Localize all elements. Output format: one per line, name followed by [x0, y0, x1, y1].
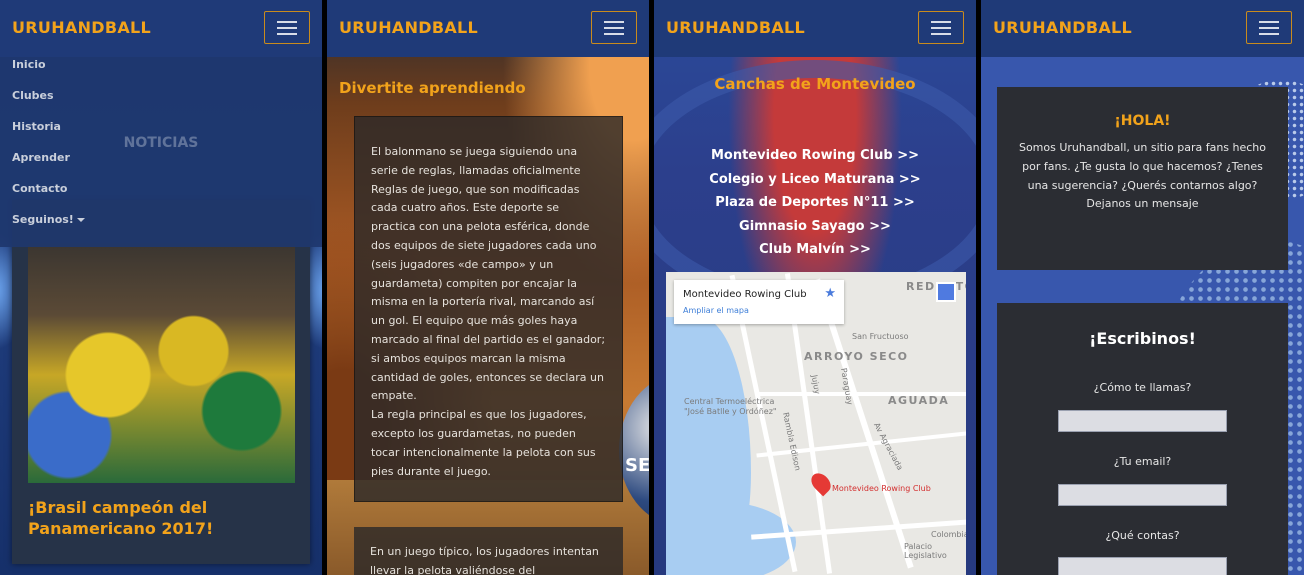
club-link[interactable]: Gimnasio Sayago >> [654, 215, 976, 239]
save-star-icon[interactable]: ★ [824, 286, 836, 301]
menu-toggle-button[interactable] [264, 11, 310, 44]
brand-logo[interactable]: URUHANDBALL [12, 18, 151, 37]
rules-card: El balonmano se juega siguiendo una seri… [354, 116, 623, 502]
news-card[interactable]: ¡Brasil campeón del Panamericano 2017! [12, 200, 310, 564]
map-info-box: Montevideo Rowing Club Ampliar el mapa ★ [674, 280, 844, 324]
navbar: URUHANDBALL [0, 0, 322, 57]
map-label: San Fructuoso [852, 332, 909, 341]
ball-brand-text: SE [625, 455, 649, 476]
map-label: Central Termoeléctrica [684, 397, 775, 406]
enlarge-map-link[interactable]: Ampliar el mapa [683, 306, 749, 315]
rules-paragraph: El balonmano se juega siguiendo una seri… [371, 145, 606, 478]
learn-panel: SE URUHANDBALL Divertite aprendiendo El … [327, 0, 649, 575]
dropdown-label: Seguinos! [12, 213, 74, 226]
nav-item-inicio[interactable]: Inicio [12, 58, 46, 71]
nav-menu: Inicio Clubes Historia Aprender Contacto… [0, 57, 322, 247]
nav-item-historia[interactable]: Historia [12, 120, 61, 133]
rules-card-2: En un juego típico, los jugadores intent… [354, 527, 623, 575]
message-input[interactable] [1058, 557, 1227, 575]
section-title: Divertite aprendiendo [339, 79, 526, 97]
news-title[interactable]: ¡Brasil campeón del Panamericano 2017! [28, 497, 298, 539]
email-input[interactable] [1058, 484, 1227, 506]
map-area-label: ARROYO SECO [804, 350, 909, 363]
news-image[interactable] [28, 243, 295, 483]
section-title-noticias: NOTICIAS [123, 135, 199, 151]
map-label: "José Batlle y Ordóñez" [684, 407, 777, 416]
hamburger-icon [604, 21, 624, 23]
club-link[interactable]: Plaza de Deportes N°11 >> [654, 191, 976, 215]
brand-logo[interactable]: URUHANDBALL [666, 18, 805, 37]
nav-item-seguinos-dropdown[interactable]: Seguinos! [12, 213, 85, 226]
hamburger-icon [1259, 21, 1279, 23]
name-input[interactable] [1058, 410, 1227, 432]
club-link[interactable]: Colegio y Liceo Maturana >> [654, 168, 976, 192]
brand-logo[interactable]: URUHANDBALL [339, 18, 478, 37]
nav-item-contacto[interactable]: Contacto [12, 182, 67, 195]
caret-down-icon [76, 218, 85, 222]
map-label: Colombia [931, 530, 966, 539]
intro-text: Somos Uruhandball, un sitio para fans he… [1018, 141, 1267, 211]
contact-panel: URUHANDBALL ¡HOLA! Somos Uruhandball, un… [981, 0, 1304, 575]
menu-toggle-button[interactable] [1246, 11, 1292, 44]
nav-item-clubes[interactable]: Clubes [12, 89, 54, 102]
form-title: ¡Escribinos! [1089, 329, 1196, 348]
navbar: URUHANDBALL [654, 0, 976, 57]
navbar: URUHANDBALL [981, 0, 1304, 57]
menu-toggle-button[interactable] [591, 11, 637, 44]
map-pin-label: Montevideo Rowing Club [832, 484, 931, 493]
intro-title: ¡HOLA! [1114, 113, 1171, 129]
home-panel: URUHANDBALL Inicio Clubes Historia Apren… [0, 0, 322, 575]
menu-toggle-button[interactable] [918, 11, 964, 44]
intro-card: ¡HOLA! Somos Uruhandball, un sitio para … [997, 87, 1288, 270]
courts-panel: URUHANDBALL Canchas de Montevideo Montev… [654, 0, 976, 575]
embedded-map[interactable]: ARROYO SECO AGUADA REDUCTO Central Termo… [666, 272, 966, 575]
club-link[interactable]: Club Malvín >> [654, 238, 976, 262]
map-label: Palacio Legislativo [904, 542, 947, 560]
hamburger-icon [277, 21, 297, 23]
email-label: ¿Tu email? [1113, 455, 1172, 468]
map-pin-icon[interactable] [807, 469, 835, 497]
map-label: Rambla Edison [781, 411, 803, 472]
club-list: Montevideo Rowing Club >> Colegio y Lice… [654, 144, 976, 262]
hamburger-icon [931, 21, 951, 23]
club-link[interactable]: Montevideo Rowing Club >> [654, 144, 976, 168]
brand-logo[interactable]: URUHANDBALL [993, 18, 1132, 37]
map-place-name: Montevideo Rowing Club [683, 289, 807, 300]
section-title: Canchas de Montevideo [714, 75, 916, 93]
contact-form: ¡Escribinos! ¿Cómo te llamas? ¿Tu email?… [997, 303, 1288, 575]
map-water [666, 502, 796, 575]
street-view-icon[interactable] [936, 282, 956, 302]
nav-item-aprender[interactable]: Aprender [12, 151, 70, 164]
map-area-label: AGUADA [888, 394, 950, 407]
rules-paragraph-2: En un juego típico, los jugadores intent… [370, 545, 599, 575]
name-label: ¿Cómo te llamas? [1093, 381, 1192, 394]
navbar: URUHANDBALL [327, 0, 649, 57]
message-label: ¿Qué contas? [1105, 529, 1180, 542]
